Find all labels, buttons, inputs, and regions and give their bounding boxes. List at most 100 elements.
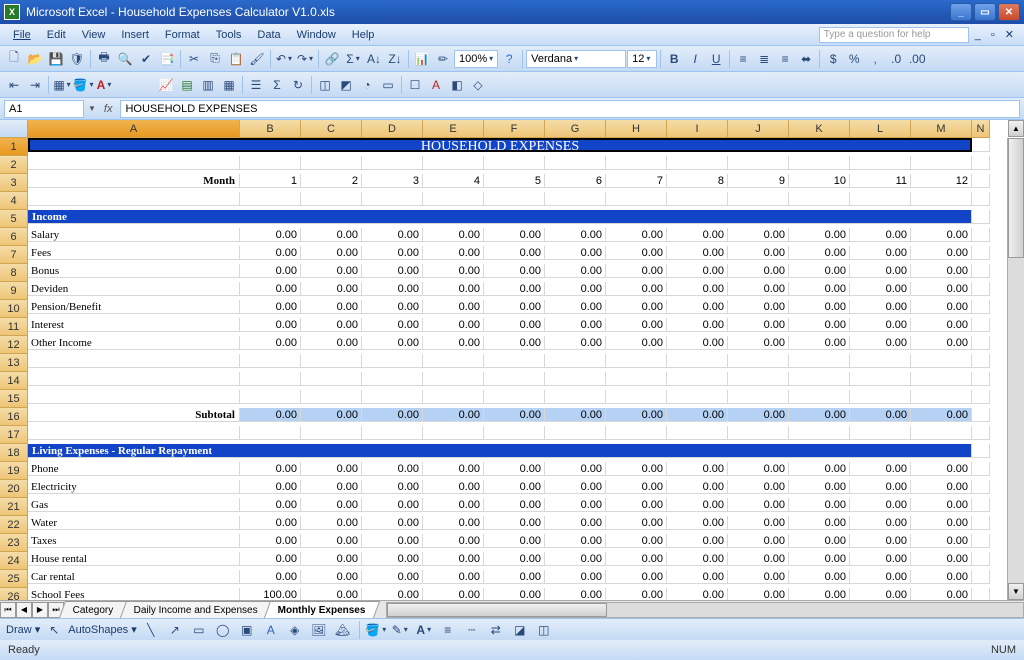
align-left-icon[interactable]: ≡ — [733, 49, 753, 69]
col-header-I[interactable]: I — [667, 120, 728, 138]
data-cell[interactable]: 0.00 — [362, 498, 423, 512]
research-icon[interactable]: 📑 — [157, 49, 177, 69]
data-cell[interactable]: 0.00 — [240, 264, 301, 278]
arrow-icon[interactable]: ↗ — [165, 620, 185, 640]
zoom-combo[interactable]: 100% — [454, 50, 498, 68]
row-label[interactable]: Gas — [28, 498, 240, 512]
data-cell[interactable]: 0.00 — [301, 318, 362, 332]
col-header-G[interactable]: G — [545, 120, 606, 138]
bold-icon[interactable]: B — [664, 49, 684, 69]
row-header-20[interactable]: 20 — [0, 480, 28, 498]
data-cell[interactable]: 0.00 — [606, 318, 667, 332]
data-cell[interactable]: 0.00 — [423, 588, 484, 600]
data-cell[interactable]: 0.00 — [301, 336, 362, 350]
data-cell[interactable]: 0.00 — [667, 516, 728, 530]
col-header-C[interactable]: C — [301, 120, 362, 138]
horizontal-scrollbar[interactable] — [386, 602, 1024, 618]
row-label[interactable]: Salary — [28, 228, 240, 242]
data-cell[interactable]: 0.00 — [545, 264, 606, 278]
data-cell[interactable]: 0.00 — [301, 462, 362, 476]
row-header-13[interactable]: 13 — [0, 354, 28, 372]
align-center-icon[interactable]: ≣ — [754, 49, 774, 69]
toggle-total-icon[interactable]: Σ — [267, 75, 287, 95]
data-cell[interactable]: 0.00 — [423, 318, 484, 332]
subtotal-cell[interactable]: 0.00 — [362, 408, 423, 422]
shadow-icon[interactable]: ◪ — [510, 620, 530, 640]
data-cell[interactable]: 0.00 — [362, 534, 423, 548]
data-cell[interactable]: 0.00 — [606, 534, 667, 548]
data-cell[interactable]: 0.00 — [423, 552, 484, 566]
data-cell[interactable]: 0.00 — [362, 246, 423, 260]
data-cell[interactable]: 0.00 — [911, 498, 972, 512]
data-cell[interactable]: 0.00 — [484, 534, 545, 548]
subtotal-cell[interactable]: 0.00 — [423, 408, 484, 422]
sheet-tab-daily[interactable]: Daily Income and Expenses — [119, 601, 271, 618]
row-label[interactable]: Electricity — [28, 480, 240, 494]
data-cell[interactable]: 0.00 — [240, 462, 301, 476]
autoshapes-menu[interactable]: AutoShapes ▾ — [68, 623, 137, 636]
data-cell[interactable]: 0.00 — [850, 498, 911, 512]
data-cell[interactable]: 0.00 — [362, 462, 423, 476]
chart-icon[interactable]: 📊 — [412, 49, 432, 69]
data-cell[interactable]: 0.00 — [911, 282, 972, 296]
subtotal-cell[interactable]: 0.00 — [728, 408, 789, 422]
data-cell[interactable]: 0.00 — [362, 336, 423, 350]
data-cell[interactable]: 0.00 — [545, 300, 606, 314]
inc-decimal-icon[interactable]: .0 — [886, 49, 906, 69]
subtotal-cell[interactable]: 0.00 — [484, 408, 545, 422]
copy-icon[interactable]: ⎘ — [205, 49, 225, 69]
data-cell[interactable]: 0.00 — [728, 264, 789, 278]
data-cell[interactable]: 0.00 — [728, 480, 789, 494]
fill-icon[interactable]: 🪣 — [366, 620, 386, 640]
data-cell[interactable]: 0.00 — [240, 516, 301, 530]
data-cell[interactable]: 0.00 — [911, 480, 972, 494]
data-cell[interactable]: 0.00 — [240, 480, 301, 494]
line-style-icon[interactable]: ≡ — [438, 620, 458, 640]
data-cell[interactable]: 0.00 — [301, 498, 362, 512]
data-cell[interactable]: 0.00 — [240, 570, 301, 584]
tab-first-icon[interactable]: ⏮ — [0, 602, 16, 618]
data-cell[interactable]: 0.00 — [362, 264, 423, 278]
data-cell[interactable]: 0.00 — [362, 300, 423, 314]
data-cell[interactable]: 0.00 — [545, 498, 606, 512]
data-cell[interactable]: 0.00 — [423, 228, 484, 242]
chart-type-icon[interactable]: ◫ — [315, 75, 335, 95]
data-cell[interactable]: 0.00 — [545, 534, 606, 548]
data-cell[interactable]: 0.00 — [545, 570, 606, 584]
scroll-down-icon[interactable]: ▼ — [1008, 583, 1024, 600]
data-cell[interactable]: 0.00 — [545, 588, 606, 600]
row-label[interactable]: Pension/Benefit — [28, 300, 240, 314]
shapes-icon[interactable]: ◇ — [468, 75, 488, 95]
hyperlink-icon[interactable]: 🔗 — [322, 49, 342, 69]
3d-icon[interactable]: ◫ — [534, 620, 554, 640]
data-cell[interactable]: 0.00 — [484, 588, 545, 600]
data-cell[interactable]: 0.00 — [362, 516, 423, 530]
chart-area-icon[interactable]: ◩ — [336, 75, 356, 95]
row-label[interactable]: House rental — [28, 552, 240, 566]
data-cell[interactable]: 0.00 — [606, 516, 667, 530]
data-cell[interactable]: 0.00 — [911, 570, 972, 584]
diagram-icon[interactable]: ◈ — [285, 620, 305, 640]
borders-icon[interactable]: ▦ — [52, 75, 72, 95]
data-cell[interactable]: 0.00 — [850, 228, 911, 242]
font-combo[interactable]: Verdana — [526, 50, 626, 68]
data-cell[interactable]: 0.00 — [484, 552, 545, 566]
data-cell[interactable]: 0.00 — [362, 570, 423, 584]
namebox-dropdown-icon[interactable]: ▼ — [88, 104, 96, 113]
autosum-icon[interactable]: Σ — [343, 49, 363, 69]
data-cell[interactable]: 0.00 — [789, 336, 850, 350]
sheet-tab-monthly[interactable]: Monthly Expenses — [263, 601, 379, 618]
data-cell[interactable]: 0.00 — [850, 570, 911, 584]
col-header-F[interactable]: F — [484, 120, 545, 138]
data-cell[interactable]: 0.00 — [301, 480, 362, 494]
doc-restore[interactable]: ▫ — [987, 29, 999, 41]
row-header-7[interactable]: 7 — [0, 246, 28, 264]
data-cell[interactable]: 0.00 — [728, 552, 789, 566]
data-cell[interactable]: 0.00 — [606, 300, 667, 314]
data-cell[interactable]: 0.00 — [484, 480, 545, 494]
data-cell[interactable]: 0.00 — [728, 588, 789, 600]
subtotal-cell[interactable]: 0.00 — [545, 408, 606, 422]
data-cell[interactable]: 0.00 — [606, 498, 667, 512]
data-cell[interactable]: 0.00 — [362, 228, 423, 242]
chart-pie-icon[interactable]: ◔ — [357, 75, 377, 95]
